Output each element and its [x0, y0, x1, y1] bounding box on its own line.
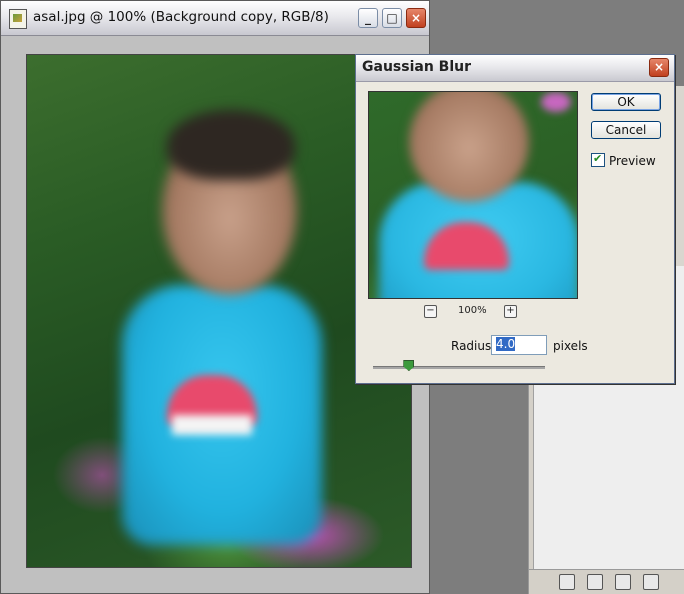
dialog-titlebar[interactable]: Gaussian Blur ×: [356, 55, 674, 82]
zoom-level: 100%: [458, 305, 487, 316]
preview-flower: [541, 92, 571, 112]
document-icon: [9, 9, 27, 29]
ok-button[interactable]: OK: [591, 93, 661, 111]
photo-shirt-logo-text: [172, 415, 252, 435]
preview-zoom-controls: − 100% +: [424, 305, 524, 319]
layers-panel-toolbar: [529, 569, 684, 594]
close-button[interactable]: ×: [406, 8, 426, 28]
layer-mask-icon[interactable]: [587, 574, 603, 590]
radius-input[interactable]: 4.0: [491, 335, 547, 355]
adjustment-layer-icon[interactable]: [643, 574, 659, 590]
dialog-title: Gaussian Blur: [362, 59, 471, 75]
blur-preview[interactable]: [368, 91, 578, 299]
minimize-button[interactable]: _: [358, 8, 378, 28]
radius-label: Radius:: [451, 339, 496, 353]
maximize-button[interactable]: □: [382, 8, 402, 28]
radius-slider-thumb[interactable]: [403, 360, 415, 371]
radius-slider[interactable]: [373, 366, 545, 369]
photo-hair: [167, 110, 295, 180]
zoom-in-icon[interactable]: +: [504, 305, 517, 318]
preview-checkbox[interactable]: Preview: [591, 152, 656, 168]
radius-unit: pixels: [553, 339, 588, 353]
link-layers-icon[interactable]: [559, 574, 575, 590]
checkmark-icon[interactable]: [591, 152, 605, 167]
radius-value: 4.0: [496, 337, 516, 351]
cancel-button[interactable]: Cancel: [591, 121, 661, 139]
preview-label: Preview: [609, 154, 656, 168]
gaussian-blur-dialog: Gaussian Blur × − 100% + OK Cancel Previ…: [355, 54, 675, 384]
new-group-icon[interactable]: [615, 574, 631, 590]
document-title: asal.jpg @ 100% (Background copy, RGB/8): [33, 9, 329, 25]
zoom-out-icon[interactable]: −: [424, 305, 437, 318]
document-titlebar[interactable]: asal.jpg @ 100% (Background copy, RGB/8)…: [1, 1, 429, 36]
dialog-close-button[interactable]: ×: [649, 58, 669, 77]
